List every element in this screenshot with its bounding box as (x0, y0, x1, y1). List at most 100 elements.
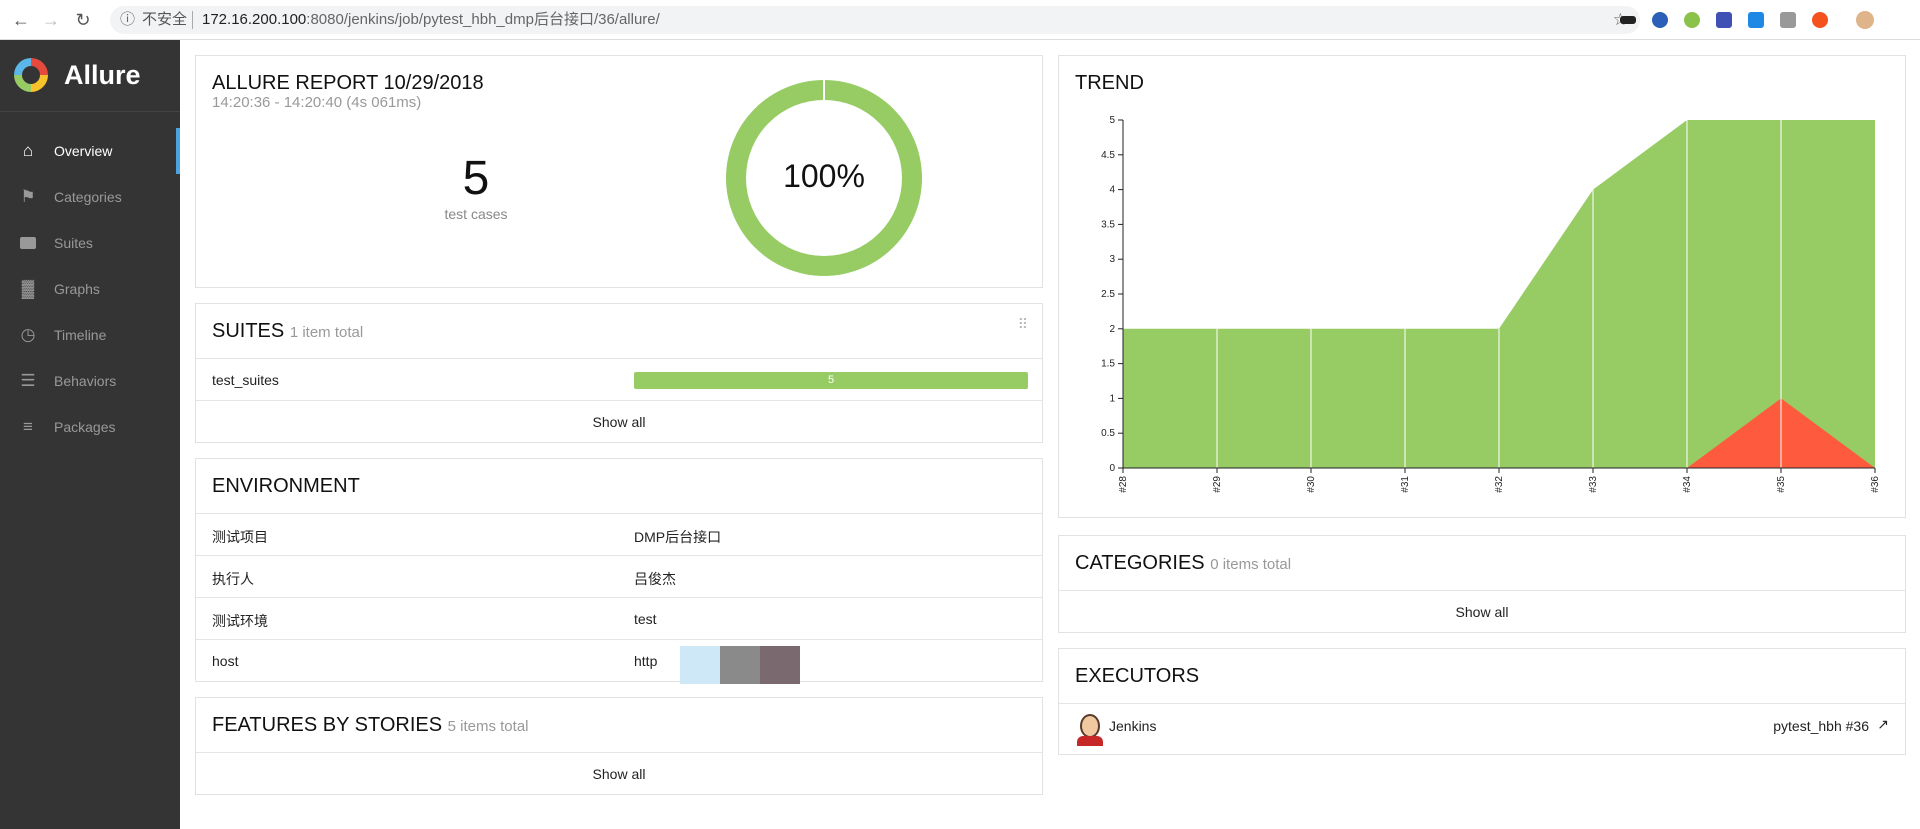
suite-row[interactable]: test_suites 5 (196, 358, 1042, 400)
extension-shield-icon[interactable] (1716, 12, 1732, 28)
x-tick-label: #33 (1588, 476, 1599, 493)
extension-glasses-icon[interactable] (1620, 16, 1636, 24)
env-row: 执行人 吕俊杰 (196, 555, 1042, 597)
env-row: 测试项目 DMP后台接口 (196, 513, 1042, 555)
env-key: host (212, 653, 239, 669)
url-text[interactable]: 172.16.200.100:8080/jenkins/job/pytest_h… (202, 6, 660, 34)
y-tick-label: 1.5 (1101, 359, 1115, 370)
y-tick-label: 1 (1109, 393, 1115, 404)
donut-gap (823, 80, 825, 100)
redacted-block (760, 646, 800, 684)
features-show-all-button[interactable]: Show all (196, 752, 1042, 794)
drag-handle-icon[interactable]: ⠿ (1018, 316, 1028, 333)
extension-green-icon[interactable] (1684, 12, 1700, 28)
report-time: 14:20:36 - 14:20:40 (4s 061ms) (212, 94, 422, 111)
briefcase-icon (18, 234, 38, 252)
env-key: 测试环境 (212, 613, 268, 629)
sidebar-item-graphs[interactable]: ▓ Graphs (0, 266, 180, 312)
pass-rate-percent: 100% (783, 158, 865, 194)
suites-show-all-button[interactable]: Show all (196, 400, 1042, 442)
env-row: host http (196, 639, 1042, 684)
features-title: FEATURES BY STORIES (212, 714, 443, 736)
brand[interactable]: Allure (0, 40, 180, 112)
profile-avatar[interactable] (1856, 11, 1874, 29)
url-path: :8080/jenkins/job/pytest_hbh_dmp后台接口/36/… (306, 11, 660, 28)
sidebar-item-label: Categories (54, 189, 122, 205)
overview-card: ALLURE REPORT 10/29/2018 14:20:36 - 14:2… (195, 55, 1043, 288)
sidebar-item-categories[interactable]: ⚑ Categories (0, 174, 180, 220)
x-tick-label: #35 (1776, 476, 1787, 493)
features-card: FEATURES BY STORIES 5 items total Show a… (195, 697, 1043, 795)
x-tick-label: #31 (1400, 476, 1411, 493)
y-tick-label: 4 (1109, 185, 1115, 196)
bar-chart-icon: ▓ (21, 279, 35, 298)
features-heading: FEATURES BY STORIES 5 items total (212, 714, 529, 737)
list-icon: ☰ (20, 371, 36, 390)
trend-title: TREND (1075, 72, 1144, 94)
sidebar-item-behaviors[interactable]: ☰ Behaviors (0, 358, 180, 404)
allure-logo-icon (14, 58, 48, 92)
flag-icon: ⚑ (20, 187, 36, 206)
align-left-icon: ≡ (23, 417, 33, 436)
redacted-block (720, 646, 760, 684)
trend-chart[interactable]: 0 0.5 1 1.5 2 2.5 3 3.5 4 4.5 5 #28 #29 #30 #31 #32 #33 #… (1059, 56, 1905, 517)
x-tick-label: #29 (1212, 476, 1223, 493)
browser-toolbar: ← → ↻ ⓘ 不安全 172.16.200.100:8080/jenkins/… (0, 0, 1920, 40)
x-tick-label: #36 (1870, 476, 1881, 493)
info-icon[interactable]: ⓘ (120, 6, 135, 34)
y-tick-label: 4.5 (1101, 150, 1115, 161)
brand-name: Allure (64, 60, 141, 90)
suites-heading: SUITES 1 item total (212, 320, 363, 343)
address-bar[interactable]: ⓘ 不安全 172.16.200.100:8080/jenkins/job/py… (110, 6, 1640, 34)
sidebar-item-packages[interactable]: ≡ Packages (0, 404, 180, 450)
suite-status-bar: 5 (634, 372, 1028, 389)
reload-icon[interactable]: ↻ (72, 9, 94, 31)
env-row: 测试环境 test (196, 597, 1042, 639)
sidebar-item-label: Behaviors (54, 373, 117, 389)
sidebar-item-suites[interactable]: Suites (0, 220, 180, 266)
suites-card: SUITES 1 item total ⠿ test_suites 5 Show… (195, 303, 1043, 443)
sidebar-menu: ⌂ Overview ⚑ Categories Suites ▓ Graphs … (0, 128, 180, 450)
env-key: 测试项目 (212, 529, 268, 545)
x-tick-label: #34 (1682, 476, 1693, 493)
report-title: ALLURE REPORT 10/29/2018 (212, 72, 484, 94)
categories-show-all-button[interactable]: Show all (1059, 590, 1905, 632)
y-tick-label: 0 (1109, 463, 1115, 474)
extension-gray-icon[interactable] (1780, 12, 1796, 28)
executors-title: EXECUTORS (1075, 665, 1200, 687)
environment-title: ENVIRONMENT (212, 475, 360, 497)
env-value: 吕俊杰 (634, 571, 676, 587)
clock-icon: ◷ (20, 325, 36, 344)
y-tick-label: 3.5 (1101, 219, 1115, 230)
y-tick-label: 0.5 (1101, 428, 1115, 439)
sidebar-item-label: Suites (54, 235, 93, 251)
executors-card: EXECUTORS Jenkins pytest_hbh #36 ↗ (1058, 648, 1906, 755)
jenkins-avatar (1075, 714, 1105, 746)
env-value: DMP后台接口 (634, 529, 722, 545)
sidebar-item-label: Graphs (54, 281, 100, 297)
sidebar-item-overview[interactable]: ⌂ Overview (0, 128, 180, 174)
external-link-icon[interactable]: ↗ (1877, 716, 1889, 733)
sidebar-item-timeline[interactable]: ◷ Timeline (0, 312, 180, 358)
redacted-block (680, 646, 720, 684)
categories-subtitle: 0 items total (1210, 556, 1292, 573)
executor-build-link[interactable]: pytest_hbh #36 (1773, 718, 1869, 734)
pass-rate-donut[interactable]: 100% (726, 80, 922, 276)
forward-icon[interactable]: → (40, 9, 62, 31)
sidebar-item-label: Packages (54, 419, 116, 435)
executor-row[interactable]: Jenkins pytest_hbh #36 ↗ (1059, 703, 1905, 755)
extension-globe-icon[interactable] (1652, 12, 1668, 28)
env-value: http (634, 653, 658, 669)
y-tick-label: 2 (1109, 324, 1115, 335)
security-label: 不安全 (142, 11, 188, 28)
x-tick-label: #30 (1306, 476, 1317, 493)
suites-subtitle: 1 item total (289, 324, 364, 341)
extension-tools-icon[interactable] (1748, 12, 1764, 28)
y-tick-label: 3 (1109, 254, 1115, 265)
back-icon[interactable]: ← (10, 9, 32, 31)
categories-card: CATEGORIES 0 items total Show all (1058, 535, 1906, 633)
extension-orange-icon[interactable] (1812, 12, 1828, 28)
y-tick-label: 5 (1109, 115, 1115, 126)
environment-card: ENVIRONMENT 测试项目 DMP后台接口 执行人 吕俊杰 测试环境 te… (195, 458, 1043, 684)
sidebar-item-label: Overview (54, 143, 113, 159)
